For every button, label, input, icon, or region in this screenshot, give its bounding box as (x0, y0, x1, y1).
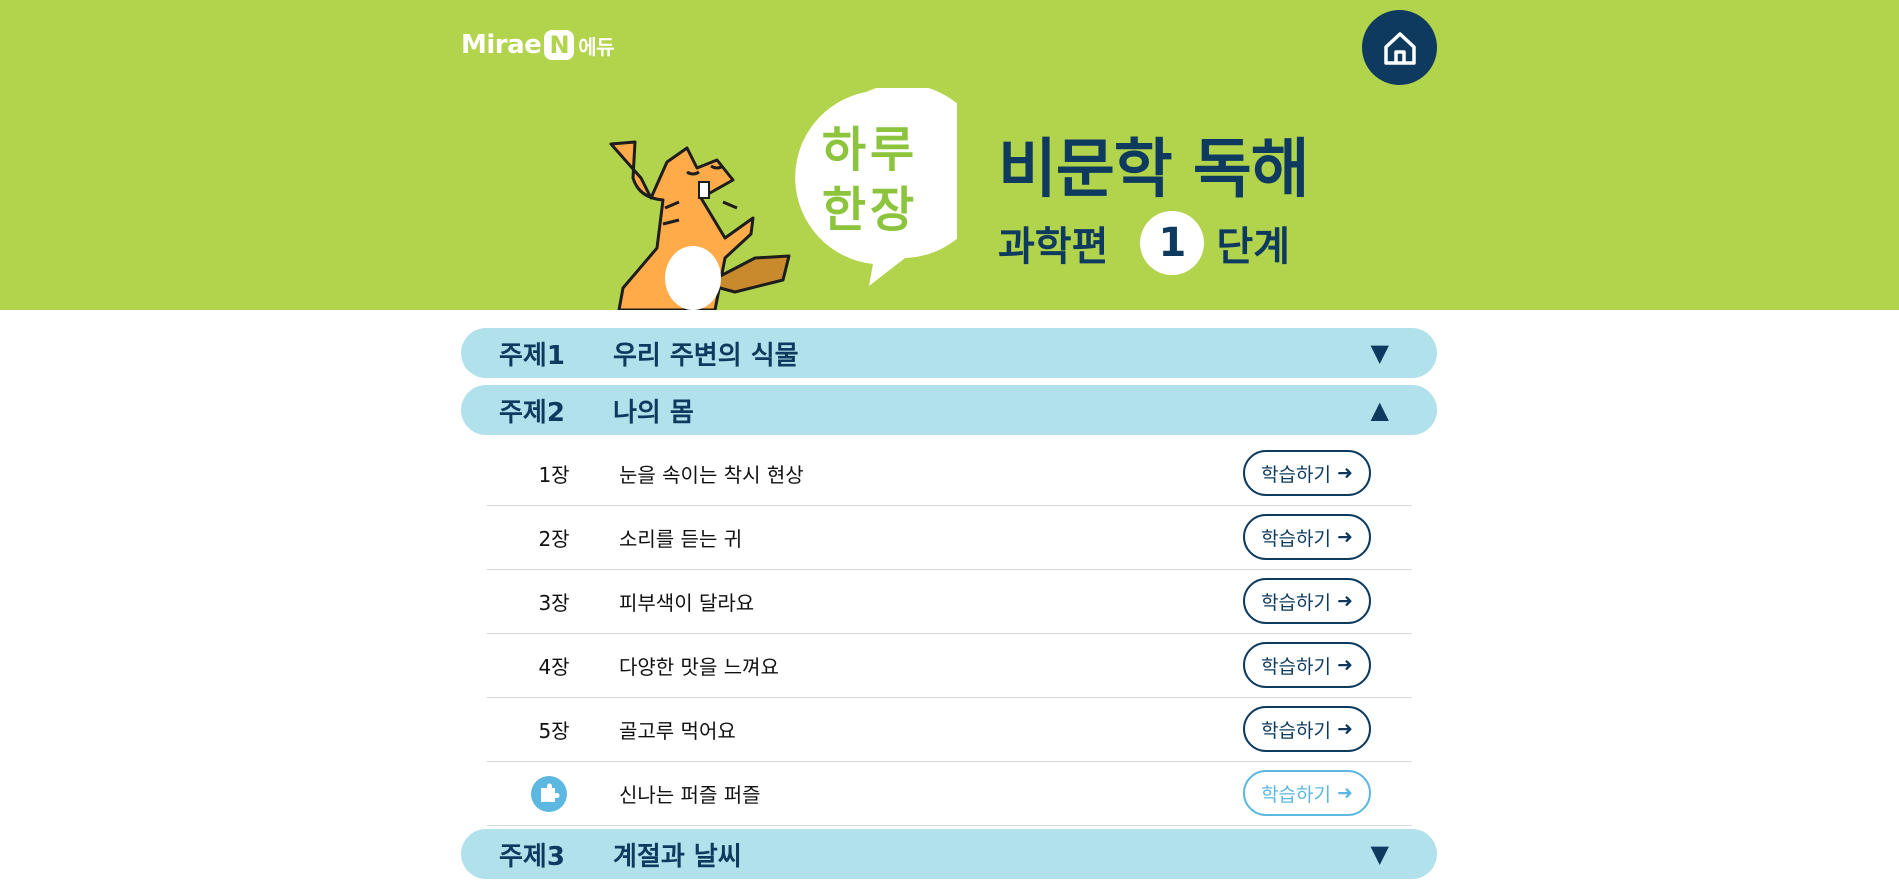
chapter-number: 5장 (538, 719, 570, 743)
bubble-line1: 하루 (821, 122, 919, 178)
topic-title: 우리 주변의 식물 (613, 340, 799, 371)
chapter-number: 1장 (538, 463, 570, 487)
topic-title: 나의 몸 (613, 397, 694, 428)
topic-2-header[interactable]: 주제2 나의 몸 ▲ (461, 385, 1437, 435)
chapter-row-5: 5장 골고루 먹어요 학습하기 ➜ (487, 698, 1412, 762)
arrow-right-icon: ➜ (1337, 590, 1353, 612)
topic-title: 계절과 날씨 (613, 841, 742, 872)
collapse-arrow-icon: ▲ (1370, 396, 1389, 424)
expand-arrow-icon: ▼ (1370, 840, 1389, 868)
chapter-number: 2장 (538, 527, 570, 551)
bubble-text: 하루 한장 (800, 120, 940, 240)
study-button-label: 학습하기 (1261, 463, 1331, 486)
topic-3-header[interactable]: 주제3 계절과 날씨 ▼ (461, 829, 1437, 879)
study-button-label: 학습하기 (1261, 655, 1331, 678)
chapter-title: 다양한 맛을 느껴요 (619, 655, 779, 679)
topic-number: 주제1 (499, 340, 565, 371)
chapter-list: 1장 눈을 속이는 착시 현상 학습하기 ➜ 2장 소리를 듣는 귀 학습하기 … (487, 442, 1412, 826)
chapter-title: 골고루 먹어요 (619, 719, 736, 743)
chapter-row-3: 3장 피부색이 달라요 학습하기 ➜ (487, 570, 1412, 634)
logo-edu: 에듀 (578, 34, 615, 59)
chapter-row-2: 2장 소리를 듣는 귀 학습하기 ➜ (487, 506, 1412, 570)
chapter-row-1: 1장 눈을 속이는 착시 현상 학습하기 ➜ (487, 442, 1412, 506)
study-button-label: 학습하기 (1261, 719, 1331, 742)
arrow-right-icon: ➜ (1337, 462, 1353, 484)
chapter-title: 피부색이 달라요 (619, 591, 755, 615)
study-button[interactable]: 학습하기 ➜ (1243, 578, 1371, 624)
chapter-title: 눈을 속이는 착시 현상 (619, 463, 804, 487)
bubble-line2: 한장 (821, 182, 919, 238)
level-badge: 1 (1140, 211, 1205, 275)
chapter-row-puzzle: 신나는 퍼즐 퍼즐 학습하기 ➜ (487, 762, 1412, 826)
level-suffix: 단계 (1216, 224, 1291, 270)
subject-label: 과학편 (998, 224, 1109, 270)
arrow-right-icon: ➜ (1337, 654, 1353, 676)
topic-number: 주제2 (499, 397, 565, 428)
arrow-right-icon: ➜ (1337, 782, 1353, 804)
study-button[interactable]: 학습하기 ➜ (1243, 642, 1371, 688)
chapter-row-4: 4장 다양한 맛을 느껴요 학습하기 ➜ (487, 634, 1412, 698)
page-title: 비문학 독해 (998, 133, 1310, 207)
arrow-right-icon: ➜ (1337, 718, 1353, 740)
topic-1-header[interactable]: 주제1 우리 주변의 식물 ▼ (461, 328, 1437, 378)
study-button[interactable]: 학습하기 ➜ (1243, 706, 1371, 752)
study-button[interactable]: 학습하기 ➜ (1243, 450, 1371, 496)
study-button-label: 학습하기 (1261, 591, 1331, 614)
header-banner: Mirae N 에듀 하루 한장 비문학 독해 과학편 1 단계 (0, 0, 1899, 310)
chapter-title: 소리를 듣는 귀 (619, 527, 743, 551)
tiger-mascot-illustration (609, 140, 791, 310)
mirae-n-edu-logo[interactable]: Mirae N 에듀 (461, 28, 615, 62)
chapter-number: 3장 (538, 591, 570, 615)
study-button[interactable]: 학습하기 ➜ (1243, 770, 1371, 816)
study-button-label: 학습하기 (1261, 783, 1331, 806)
logo-n-badge: N (544, 30, 575, 60)
puzzle-icon (531, 775, 567, 812)
home-icon (1383, 31, 1416, 65)
chapter-title: 신나는 퍼즐 퍼즐 (619, 783, 761, 807)
home-button[interactable] (1362, 10, 1437, 85)
study-button[interactable]: 학습하기 ➜ (1243, 514, 1371, 560)
chapter-number: 4장 (538, 655, 570, 679)
expand-arrow-icon: ▼ (1370, 339, 1389, 367)
page-subtitle: 과학편 1 단계 (998, 210, 1290, 276)
arrow-right-icon: ➜ (1337, 526, 1353, 548)
logo-brand: Mirae (461, 30, 542, 60)
topic-number: 주제3 (499, 841, 565, 872)
study-button-label: 학습하기 (1261, 527, 1331, 550)
